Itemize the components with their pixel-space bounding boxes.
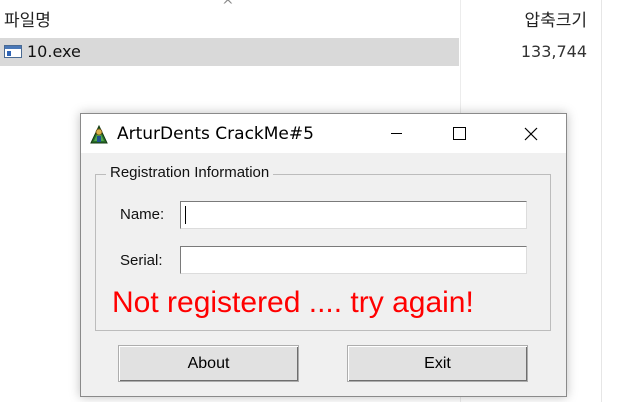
- minimize-icon: [390, 133, 402, 134]
- column-header-filename[interactable]: 파일명: [4, 6, 51, 31]
- column-header-compressed-size[interactable]: 압축크기: [524, 6, 587, 31]
- exit-button[interactable]: Exit: [347, 345, 528, 382]
- name-input[interactable]: [180, 201, 527, 229]
- sort-ascending-icon: ^: [222, 0, 234, 14]
- maximize-button[interactable]: [436, 114, 482, 153]
- registration-status: Not registered .... try again!: [112, 286, 474, 319]
- maximize-icon: [452, 127, 466, 140]
- column-divider-right: [601, 0, 602, 402]
- serial-input[interactable]: [180, 246, 527, 274]
- close-button[interactable]: [508, 114, 554, 153]
- dialog-title: ArturDents CrackMe#5: [117, 124, 314, 144]
- screen: 파일명 ^ 압축크기 10.exe 133,744 ArturDents Cra…: [0, 0, 619, 402]
- file-size: 133,744: [520, 42, 587, 61]
- file-row[interactable]: 10.exe: [0, 38, 459, 66]
- crackme-app-icon: [90, 124, 108, 144]
- groupbox-title: Registration Information: [106, 164, 274, 181]
- exe-file-icon: [4, 45, 22, 58]
- dialog-titlebar[interactable]: ArturDents CrackMe#5: [81, 114, 566, 153]
- minimize-button[interactable]: [373, 114, 419, 153]
- serial-label: Serial:: [120, 252, 163, 269]
- registration-groupbox: Registration Information Name: Serial: N…: [95, 164, 551, 331]
- close-icon: [524, 127, 538, 140]
- about-button[interactable]: About: [118, 345, 299, 382]
- crackme-dialog: ArturDents CrackMe#5 Registration Inform…: [80, 113, 567, 397]
- name-label: Name:: [120, 206, 165, 223]
- file-name: 10.exe: [27, 42, 81, 61]
- file-list-header: 파일명 ^ 압축크기: [0, 0, 619, 36]
- text-cursor: [185, 206, 186, 224]
